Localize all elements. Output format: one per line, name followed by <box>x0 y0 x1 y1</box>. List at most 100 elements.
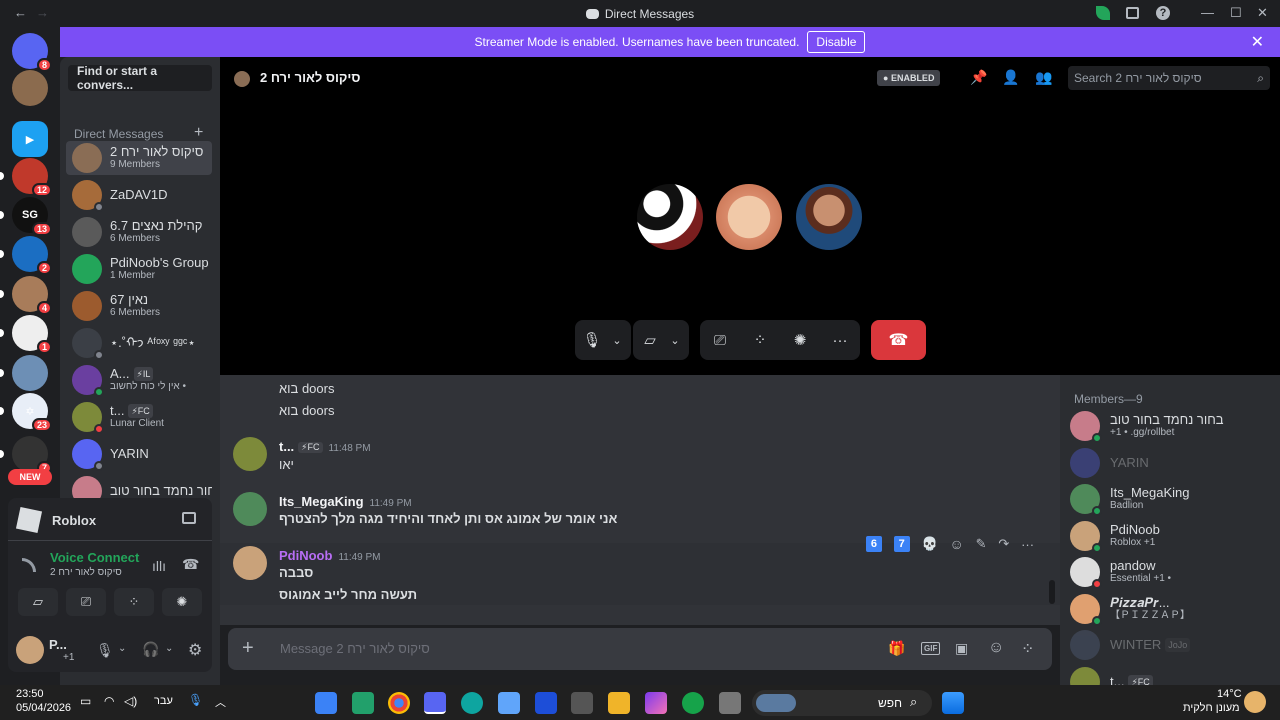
settings-icon[interactable]: ⚙ <box>188 640 202 660</box>
emoji-icon[interactable]: ☺ <box>988 639 1004 657</box>
server-icon[interactable]: 12 <box>12 158 52 197</box>
share-screen-button[interactable]: ⎚ <box>66 588 106 616</box>
dm-item[interactable]: ⋆.˚ᡣ𐭩 ᴬᶠᵒˣʸ ᵍᵍᶜ⋆ <box>66 326 212 360</box>
server-icon[interactable]: 4 <box>12 276 52 315</box>
participant-avatar[interactable] <box>637 184 703 250</box>
headphone-options-icon[interactable]: ⌄ <box>165 643 173 654</box>
more-icon[interactable]: ··· <box>1021 537 1034 552</box>
help-icon[interactable]: ? <box>1156 6 1170 20</box>
camera-control[interactable]: ▱ ⌄ <box>633 320 689 360</box>
reaction-6-button[interactable]: 6 <box>865 536 882 552</box>
file-explorer-icon[interactable] <box>608 692 630 714</box>
participant-avatar[interactable] <box>716 184 782 250</box>
dm-item[interactable]: ZaDAV1D <box>66 178 212 212</box>
sticker-icon[interactable]: ▣ <box>955 640 968 657</box>
screen-share-icon[interactable]: ⎚ <box>700 332 740 349</box>
chevron-down-icon[interactable]: ⌄ <box>609 334 625 347</box>
nitro-icon[interactable] <box>1096 6 1110 20</box>
member-item[interactable]: בחור נחמד בחור טוב +1 • .gg/rollbet <box>1070 409 1280 443</box>
volume-icon[interactable]: ◁) <box>124 694 137 708</box>
chevron-up-icon[interactable]: ︿ <box>215 694 226 710</box>
forward-icon[interactable]: ↷ <box>998 536 1009 552</box>
message-author[interactable]: Its_MegaKing <box>279 494 364 509</box>
participant-avatar[interactable] <box>796 184 862 250</box>
app-icon[interactable] <box>535 692 557 714</box>
maximize-icon[interactable]: ☐ <box>1230 5 1242 21</box>
server-icon[interactable] <box>12 70 48 106</box>
clock-time[interactable]: 23:50 <box>16 688 44 700</box>
copilot-icon[interactable] <box>645 692 667 714</box>
upload-icon[interactable]: + <box>242 637 254 660</box>
member-item[interactable]: pandow Essential +1 • <box>1070 555 1280 589</box>
activity-row[interactable]: Roblox <box>15 506 204 534</box>
member-item[interactable]: PdiNoob Roblox +1 <box>1070 519 1280 553</box>
mic-icon[interactable]: 🎙 <box>575 331 609 349</box>
mic-icon[interactable]: 🎙 <box>96 642 114 659</box>
avatar[interactable] <box>233 437 267 471</box>
discord-taskbar-icon[interactable] <box>424 692 446 714</box>
store-icon[interactable] <box>498 692 520 714</box>
leave-call-button[interactable]: ☎ <box>871 320 926 360</box>
gif-icon[interactable]: GIF <box>921 642 941 655</box>
gift-icon[interactable]: 🎁 <box>888 640 905 657</box>
taskbar-search[interactable]: חפש ⌕ <box>752 690 932 716</box>
user-avatar[interactable] <box>16 636 44 664</box>
mic-control[interactable]: 🎙 ⌄ <box>575 320 631 360</box>
mic-icon[interactable]: 🎙 <box>188 693 203 707</box>
language-indicator[interactable]: עבר <box>154 695 173 707</box>
create-dm-icon[interactable]: + <box>194 124 203 142</box>
soundboard-icon[interactable]: ✺ <box>780 331 820 349</box>
find-conversation-button[interactable]: Find or start a convers... <box>68 64 212 92</box>
server-icon[interactable]: ▶ <box>12 121 48 157</box>
weather-text[interactable]: מעונן חלקית <box>1183 702 1240 714</box>
screen-share-icon[interactable] <box>182 512 196 524</box>
member-item[interactable]: WINTER JoJo <box>1070 628 1280 662</box>
pinned-icon[interactable]: 📌 <box>970 69 987 86</box>
member-list-icon[interactable]: 👥 <box>1035 69 1052 86</box>
inbox-icon[interactable] <box>1126 7 1139 19</box>
chrome-icon[interactable] <box>388 692 410 714</box>
add-friend-icon[interactable]: 👤 <box>1002 69 1019 86</box>
clock-date[interactable]: 05/04/2026 <box>16 702 71 714</box>
member-item[interactable]: 𝑷𝒊𝒛𝒛𝒂𝑷𝒓... 【ＰＩＺＺＡＰ】 <box>1070 592 1280 626</box>
scrollbar-thumb[interactable] <box>1049 580 1055 604</box>
disable-streamer-button[interactable]: Disable <box>807 31 866 53</box>
new-badge[interactable]: NEW <box>8 469 52 485</box>
app-icon[interactable] <box>315 692 337 714</box>
weather-icon[interactable] <box>1244 691 1266 713</box>
noise-icon[interactable]: ıllı <box>152 558 166 574</box>
server-icon[interactable]: 2 <box>12 236 52 275</box>
wifi-icon[interactable]: ◠ <box>104 694 114 708</box>
app-icon[interactable] <box>719 692 741 714</box>
server-icon[interactable]: 8 <box>12 33 52 72</box>
server-icon[interactable]: 7 <box>12 436 52 475</box>
disconnect-icon[interactable]: ☎ <box>182 556 199 573</box>
apps-icon[interactable]: ⁘ <box>1021 639 1034 659</box>
member-item[interactable]: Its_MegaKing Badlion <box>1070 482 1280 516</box>
camera-off-button[interactable]: ▱ <box>18 588 58 616</box>
server-icon[interactable]: SG 13 <box>12 197 52 236</box>
user-name[interactable]: P... <box>49 637 67 652</box>
more-icon[interactable]: ··· <box>820 332 860 349</box>
avatar[interactable] <box>233 492 267 526</box>
dm-item[interactable]: A... ⚡IL אין לי כוח לחשוב • <box>66 363 212 397</box>
soundboard-button[interactable]: ✺ <box>162 588 202 616</box>
camera-off-icon[interactable]: ▱ <box>633 331 667 349</box>
dm-item[interactable]: 6.7 קהילת נאצים 6 Members <box>66 215 212 249</box>
mic-options-icon[interactable]: ⌄ <box>118 643 126 654</box>
add-reaction-icon[interactable]: ☺ <box>950 536 964 552</box>
close-window-icon[interactable]: ✕ <box>1257 5 1268 21</box>
dm-item[interactable]: t... ⚡FC Lunar Client <box>66 400 212 434</box>
close-banner-icon[interactable]: ✕ <box>1251 32 1264 52</box>
reaction-7-button[interactable]: 7 <box>893 536 910 552</box>
server-icon[interactable] <box>12 355 48 391</box>
member-item[interactable]: YARIN <box>1070 446 1280 480</box>
dm-item[interactable]: PdiNoob's Group 1 Member <box>66 252 212 286</box>
server-icon[interactable]: 1 <box>12 315 52 354</box>
start-icon[interactable] <box>942 692 964 714</box>
headphones-icon[interactable]: 🎧 <box>142 641 159 658</box>
voice-status[interactable]: Voice Connecte סיקוס לאור ירח 2 ıllı ☎ <box>22 550 202 580</box>
message-author[interactable]: t... <box>279 439 294 454</box>
message-input[interactable]: Message סיקוס לאור ירח 2 <box>280 641 840 656</box>
app-icon[interactable] <box>352 692 374 714</box>
